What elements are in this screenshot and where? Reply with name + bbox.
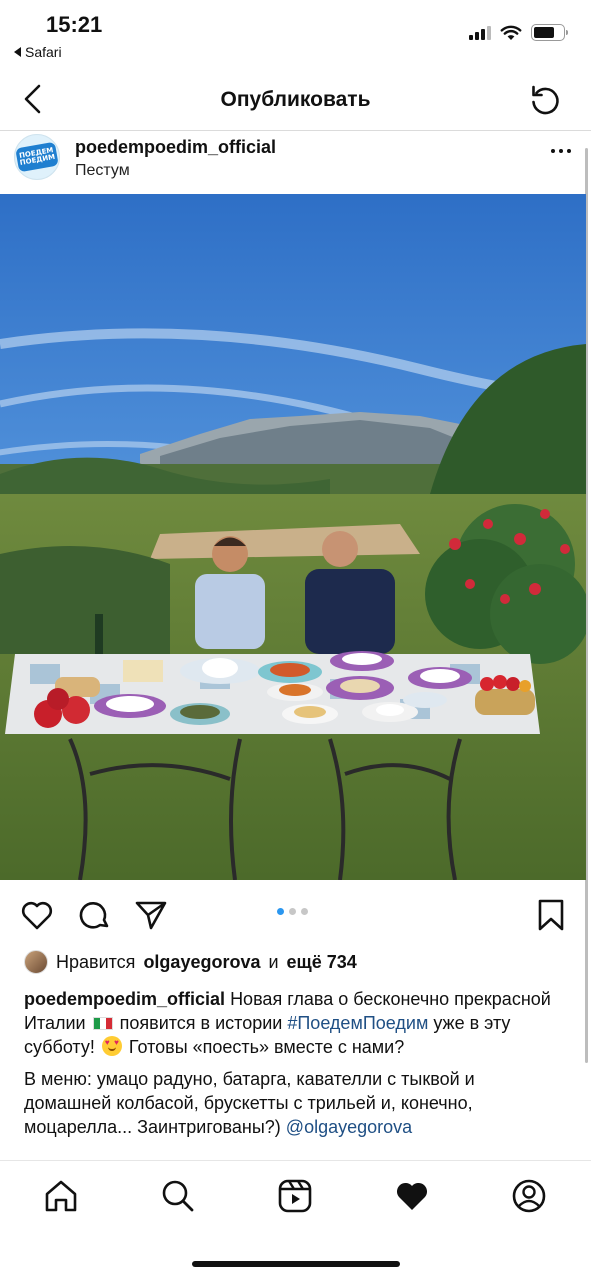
post-caption: poedempoedim_official Новая глава о беск… (24, 987, 564, 1139)
wifi-icon (500, 25, 522, 40)
heart-icon[interactable] (394, 1178, 430, 1214)
liker-avatar (24, 950, 48, 974)
back-to-safari[interactable]: Safari (14, 44, 62, 60)
likes-joiner: и (268, 951, 279, 972)
back-app-label: Safari (25, 44, 62, 60)
more-options-icon[interactable] (551, 149, 571, 153)
header: Опубликовать (0, 70, 591, 130)
post-username[interactable]: poedempoedim_official (75, 137, 276, 158)
photo-illustration (0, 194, 586, 880)
comment-icon[interactable] (78, 898, 112, 932)
likes-count[interactable]: ещё 734 (287, 952, 357, 973)
signal-icon (469, 25, 491, 40)
profile-icon[interactable] (511, 1178, 547, 1214)
likes-prefix: Нравится (56, 951, 136, 972)
carousel-indicator (277, 908, 308, 915)
tab-bar (0, 1161, 591, 1233)
carousel-dot (301, 908, 308, 915)
avatar-logo: ПОЕДЕМ ПОЕДИМ (15, 141, 59, 173)
refresh-icon[interactable] (527, 82, 563, 118)
caption-text-4: Готовы «поесть» вместе с нами? (128, 1037, 405, 1057)
reels-icon[interactable] (277, 1178, 313, 1214)
caption-hashtag[interactable]: #ПоедемПоедим (287, 1013, 428, 1033)
status-bar: 15:21 Safari (0, 0, 591, 70)
heart-eyes-emoji-icon (101, 1036, 122, 1056)
caption-author[interactable]: poedempoedim_official (24, 989, 225, 1009)
avatar[interactable]: ПОЕДЕМ ПОЕДИМ (14, 134, 60, 180)
search-icon[interactable] (160, 1178, 196, 1214)
page-title: Опубликовать (220, 88, 371, 111)
post-location[interactable]: Пестум (75, 162, 130, 180)
post-actions (0, 880, 591, 944)
post-header: ПОЕДЕМ ПОЕДИМ poedempoedim_official Пест… (0, 131, 591, 194)
liker-username[interactable]: olgayegorova (143, 952, 260, 973)
home-indicator[interactable] (192, 1261, 400, 1267)
italy-flag-icon (92, 1017, 113, 1030)
clock: 15:21 (46, 12, 103, 37)
caption-mention[interactable]: @olgayegorova (286, 1117, 412, 1137)
carousel-dot-active (277, 908, 284, 915)
caption-text-2: появится в истории (119, 1013, 283, 1033)
likes-row[interactable]: Нравится olgayegorova и ещё 734 (24, 950, 357, 974)
post-photo[interactable] (0, 194, 586, 880)
bookmark-icon[interactable] (534, 898, 568, 932)
battery-icon (531, 24, 568, 41)
share-icon[interactable] (134, 898, 168, 932)
home-icon[interactable] (43, 1178, 79, 1214)
heart-outline-icon[interactable] (20, 898, 54, 932)
system-icons (469, 24, 568, 41)
back-triangle-icon (14, 47, 21, 57)
carousel-dot (289, 908, 296, 915)
